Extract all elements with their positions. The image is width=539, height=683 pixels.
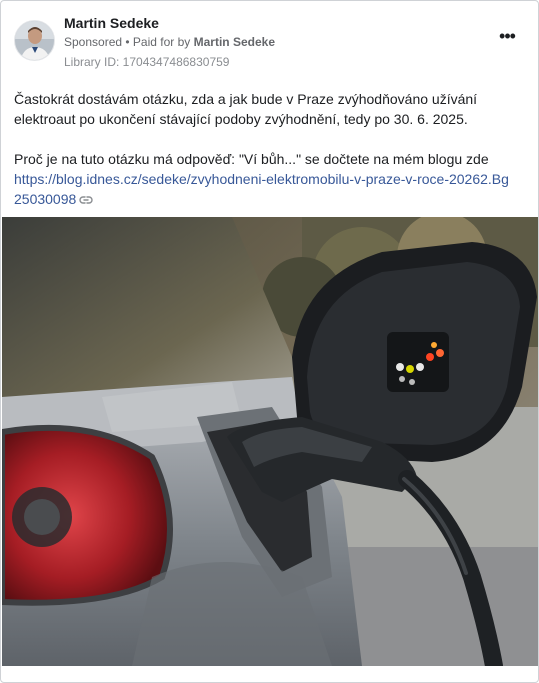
ad-image[interactable] bbox=[2, 217, 538, 666]
post-paragraph-2-text: Proč je na tuto otázku má odpověď: "Ví b… bbox=[14, 151, 489, 167]
link-icon bbox=[79, 196, 93, 204]
post-text: Častokrát dostávám otázku, zda a jak bud… bbox=[14, 89, 514, 209]
avatar-portrait-icon bbox=[15, 21, 54, 60]
author-avatar[interactable] bbox=[14, 20, 55, 61]
ad-card: Martin Sedeke Sponsored • Paid for by Ma… bbox=[0, 0, 539, 683]
post-paragraph-2: Proč je na tuto otázku má odpověď: "Ví b… bbox=[14, 149, 514, 209]
sponsored-label: Sponsored bbox=[64, 35, 123, 49]
paid-by-name[interactable]: Martin Sedeke bbox=[194, 35, 275, 49]
post-paragraph-1: Častokrát dostávám otázku, zda a jak bud… bbox=[14, 91, 478, 127]
author-name[interactable]: Martin Sedeke bbox=[64, 15, 159, 31]
library-id: Library ID: 1704347486830759 bbox=[64, 55, 230, 69]
more-options-button[interactable]: ••• bbox=[494, 27, 520, 49]
post-header: Martin Sedeke Sponsored • Paid for by Ma… bbox=[14, 13, 526, 73]
sponsored-line: Sponsored • Paid for by Martin Sedeke bbox=[64, 35, 275, 49]
paid-prefix: • Paid for by bbox=[122, 35, 194, 49]
ev-charging-photo bbox=[2, 217, 538, 666]
